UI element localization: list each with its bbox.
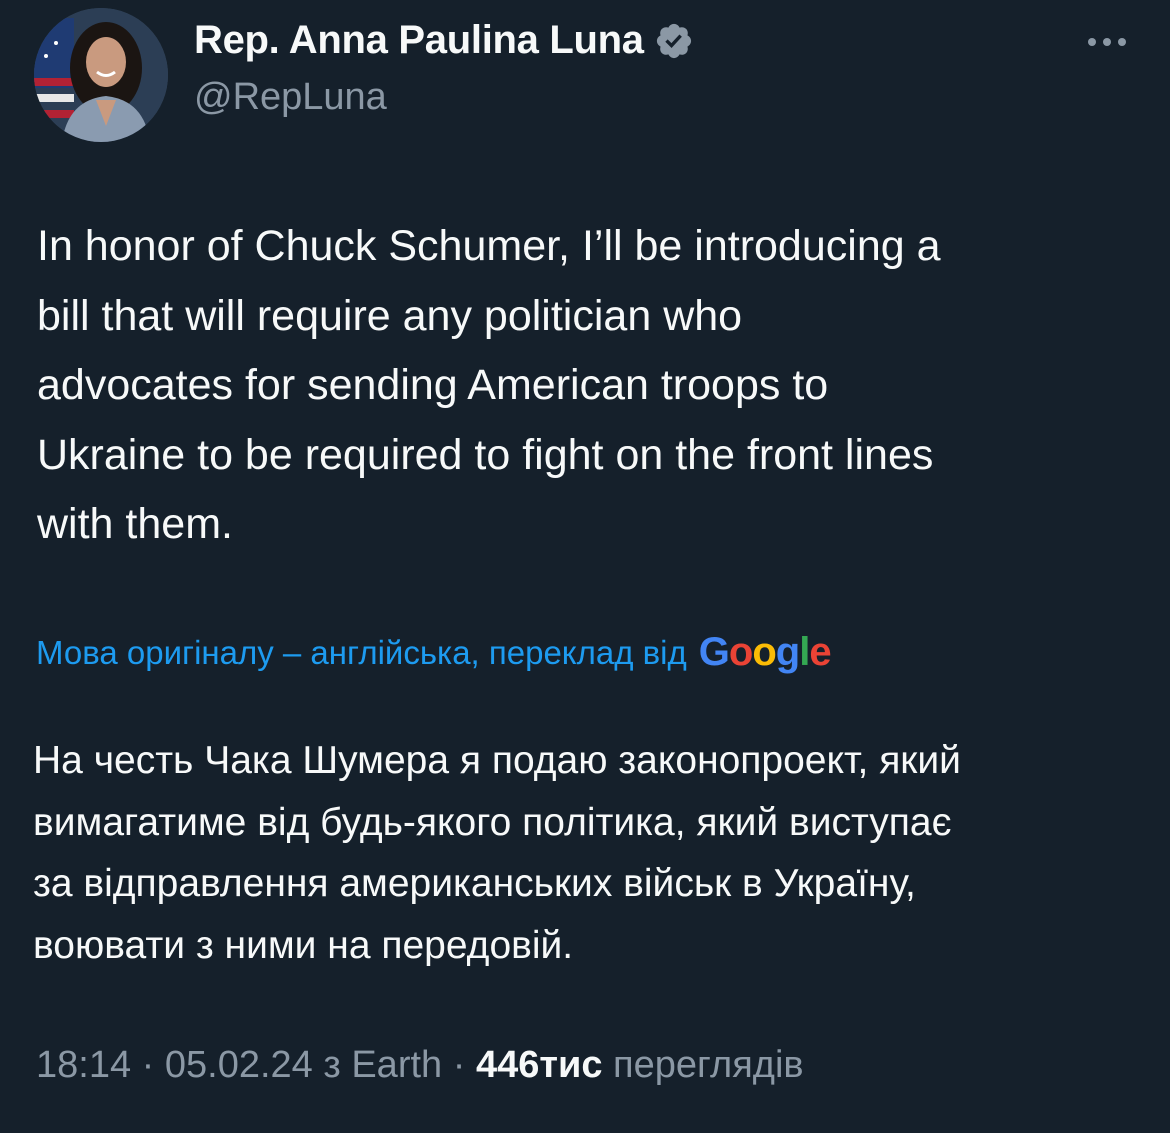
meta-separator: · (452, 1044, 476, 1086)
translated-text: На честь Чака Шумера я подаю законопроек… (33, 739, 961, 967)
verified-badge-icon (654, 21, 694, 61)
views-label: переглядів (613, 1044, 804, 1086)
google-logo-letter: G (698, 630, 730, 674)
author-display-name[interactable]: Rep. Anna Paulina Luna (194, 18, 644, 63)
meta-separator: · (141, 1044, 165, 1086)
avatar-photo (34, 8, 168, 142)
google-logo-letter: o (752, 630, 776, 674)
google-logo-letter: l (799, 630, 810, 674)
more-horizontal-icon[interactable] (1084, 30, 1130, 54)
google-logo-letter: e (809, 630, 831, 674)
tweet-source: з Earth (323, 1044, 443, 1086)
avatar[interactable] (34, 8, 168, 142)
tweet-date[interactable]: 05.02.24 (165, 1044, 313, 1086)
google-logo-letter: g (775, 630, 800, 674)
google-logo-letter: o (728, 630, 753, 674)
tweet-meta: 18:14 · 05.02.24 з Earth · 446тис перегл… (36, 1044, 804, 1087)
translation-label[interactable]: Мова оригіналу – англійська, переклад ві… (36, 634, 687, 672)
author-name-row[interactable]: Rep. Anna Paulina Luna (194, 18, 694, 63)
author-handle[interactable]: @RepLuna (194, 76, 387, 119)
views-count: 446тис (475, 1044, 603, 1086)
tweet-time[interactable]: 18:14 (36, 1044, 131, 1086)
translation-attribution[interactable]: Мова оригіналу – англійська, переклад ві… (36, 630, 832, 675)
tweet-text: In honor of Chuck Schumer, I’ll be intro… (37, 222, 941, 548)
google-logo: Google (698, 630, 832, 675)
